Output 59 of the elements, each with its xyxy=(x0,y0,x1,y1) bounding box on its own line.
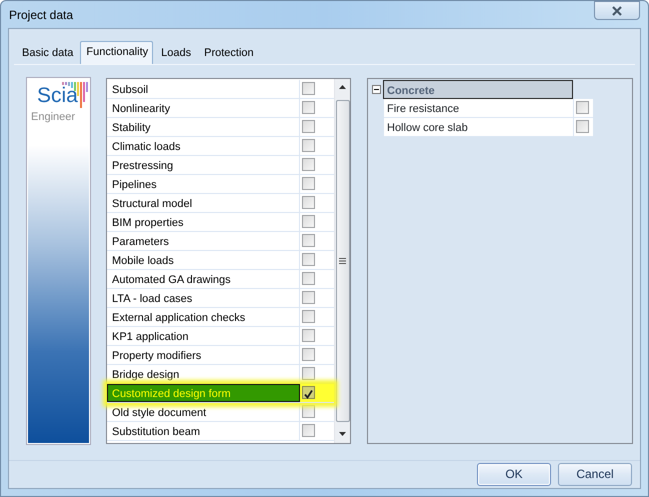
checkbox[interactable] xyxy=(302,272,315,284)
checkbox[interactable] xyxy=(302,404,315,418)
list-item[interactable]: Climatic loads xyxy=(107,136,300,154)
close-icon xyxy=(611,6,623,16)
checkbox[interactable] xyxy=(302,138,315,152)
checkbox[interactable] xyxy=(302,252,315,266)
tab[interactable]: Basic data xyxy=(16,43,78,64)
checkbox[interactable] xyxy=(576,120,589,132)
list-item[interactable]: KP1 application xyxy=(107,326,300,344)
list-item[interactable]: Prestressing xyxy=(107,156,300,174)
cancel-button[interactable]: Cancel xyxy=(558,462,632,486)
checkbox[interactable] xyxy=(302,348,315,360)
checkbox[interactable] xyxy=(302,310,315,322)
list-item[interactable]: Structural model xyxy=(107,194,300,212)
checkbox[interactable] xyxy=(302,214,315,228)
list-item[interactable]: LTA - load cases xyxy=(107,288,300,306)
list-item[interactable]: Property modifiers xyxy=(107,346,300,364)
list-item[interactable]: Bridge design xyxy=(107,364,300,382)
list-item[interactable]: External application checks xyxy=(107,308,300,326)
tab[interactable]: Loads xyxy=(155,43,196,64)
logo-subtitle: Engineer xyxy=(31,110,76,124)
list-item[interactable]: Old style document xyxy=(107,402,300,420)
list-item[interactable]: Mobile loads xyxy=(107,250,300,268)
group-header[interactable]: Concrete xyxy=(383,80,573,98)
list-item[interactable]: Nonlinearity xyxy=(107,98,300,116)
list-item[interactable]: Parameters xyxy=(107,232,300,250)
list-item[interactable]: Subsoil xyxy=(107,80,300,98)
tab[interactable]: Protection xyxy=(198,43,259,64)
scrollbar[interactable] xyxy=(334,78,350,442)
property-label: Hollow core slab xyxy=(384,118,574,136)
checkbox[interactable] xyxy=(302,100,315,114)
checkbox[interactable] xyxy=(302,290,315,304)
scroll-thumb[interactable] xyxy=(336,100,350,422)
collapse-icon[interactable] xyxy=(372,84,381,94)
checkbox[interactable] xyxy=(576,100,589,114)
list-item[interactable]: Substitution beam xyxy=(107,422,300,440)
checkbox[interactable] xyxy=(302,386,315,398)
list-item[interactable]: Stability xyxy=(107,118,300,136)
checkbox[interactable] xyxy=(302,366,315,380)
checkbox[interactable] xyxy=(302,82,315,94)
checkbox[interactable] xyxy=(302,176,315,190)
property-label: Fire resistance xyxy=(384,98,574,116)
checkbox[interactable] xyxy=(302,424,315,436)
list-item[interactable]: Pipelines xyxy=(107,174,300,192)
checkbox[interactable] xyxy=(302,234,315,246)
logo-name: Scia xyxy=(37,84,78,106)
list-item[interactable]: BIM properties xyxy=(107,212,300,230)
checkbox[interactable] xyxy=(302,158,315,170)
checkbox[interactable] xyxy=(302,120,315,132)
list-item[interactable]: Automated GA drawings xyxy=(107,270,300,288)
scroll-down-icon[interactable] xyxy=(339,432,346,436)
close-button[interactable] xyxy=(594,1,640,20)
scroll-up-icon[interactable] xyxy=(339,85,346,89)
checkbox[interactable] xyxy=(302,196,315,208)
window-title: Project data xyxy=(9,6,74,24)
checkbox[interactable] xyxy=(302,328,315,342)
ok-button[interactable]: OK xyxy=(477,462,551,486)
grip-icon xyxy=(339,258,346,264)
tab[interactable]: Functionality xyxy=(80,41,154,64)
